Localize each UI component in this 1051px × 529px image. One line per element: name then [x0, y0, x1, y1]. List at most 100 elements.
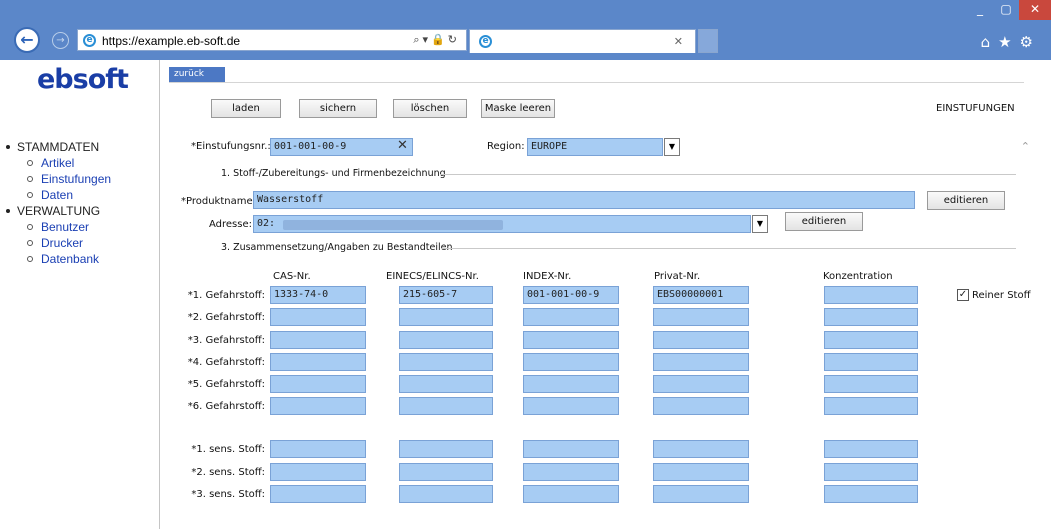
einecs-input[interactable] — [399, 308, 493, 326]
index-input[interactable] — [523, 440, 619, 458]
row-label: *6. Gefahrstoff: — [187, 401, 265, 412]
index-input[interactable] — [523, 331, 619, 349]
section-3-heading: 3. Zusammensetzung/Angaben zu Bestandtei… — [221, 242, 453, 253]
url-text[interactable]: https://example.eb-soft.de — [102, 34, 240, 48]
edit-adresse-button[interactable]: editieren — [785, 212, 863, 231]
privat-input[interactable] — [653, 397, 749, 415]
nav-section-verwaltung: VERWALTUNG — [6, 203, 156, 219]
close-window-button[interactable]: ✕ — [1019, 0, 1051, 20]
einstufung-input[interactable]: 001-001-00-9 — [270, 138, 413, 156]
new-tab-button[interactable] — [698, 29, 718, 53]
cas-input[interactable] — [270, 375, 366, 393]
nav-item-label[interactable]: Daten — [41, 188, 73, 202]
address-bar[interactable]: e https://example.eb-soft.de ⌕▾🔒↻ — [77, 29, 467, 51]
konz-input[interactable] — [824, 353, 918, 371]
nav-item-artikel[interactable]: Artikel — [6, 155, 156, 171]
row-label: *4. Gefahrstoff: — [187, 357, 265, 368]
nav-item-daten[interactable]: Daten — [6, 187, 156, 203]
konz-input[interactable] — [824, 286, 918, 304]
col-header-cas: CAS-Nr. — [273, 271, 311, 282]
back-arrow-icon[interactable]: ← — [14, 27, 40, 53]
konz-input[interactable] — [824, 397, 918, 415]
adresse-label: Adresse: — [209, 219, 252, 230]
konz-input[interactable] — [824, 375, 918, 393]
index-input[interactable] — [523, 375, 619, 393]
privat-input[interactable] — [653, 331, 749, 349]
home-icon[interactable]: ⌂ — [981, 33, 999, 51]
einecs-input[interactable] — [399, 485, 493, 503]
einecs-input[interactable] — [399, 397, 493, 415]
nav-item-label[interactable]: Einstufungen — [41, 172, 111, 186]
load-button[interactable]: laden — [211, 99, 281, 118]
privat-input[interactable] — [653, 375, 749, 393]
privat-input[interactable] — [653, 308, 749, 326]
cas-input[interactable]: 1333-74-0 — [270, 286, 366, 304]
tab-close-icon[interactable]: ✕ — [674, 35, 683, 48]
nav-item-label[interactable]: Datenbank — [41, 252, 99, 266]
scroll-up-icon[interactable]: ⌃ — [1021, 140, 1030, 153]
toolbar-icons[interactable]: ⌂★⚙ — [981, 33, 1041, 51]
einecs-input[interactable]: 215-605-7 — [399, 286, 493, 304]
search-lock-refresh-icons[interactable]: ⌕▾🔒↻ — [413, 33, 460, 47]
chevron-down-icon[interactable]: ▼ — [752, 215, 768, 233]
maximize-button[interactable]: ▢ — [993, 0, 1019, 20]
save-button[interactable]: sichern — [299, 99, 377, 118]
cas-input[interactable] — [270, 485, 366, 503]
section-divider — [441, 248, 1016, 249]
cas-input[interactable] — [270, 440, 366, 458]
nav-item-label[interactable]: Artikel — [41, 156, 74, 170]
minimize-button[interactable]: _ — [967, 0, 993, 20]
index-input[interactable]: 001-001-00-9 — [523, 286, 619, 304]
index-input[interactable] — [523, 485, 619, 503]
nav-item-einstufungen[interactable]: Einstufungen — [6, 171, 156, 187]
reiner-stoff-checkbox[interactable]: ✓ — [957, 289, 969, 301]
privat-input[interactable] — [653, 440, 749, 458]
konz-input[interactable] — [824, 440, 918, 458]
einecs-input[interactable] — [399, 331, 493, 349]
delete-button[interactable]: löschen — [393, 99, 467, 118]
privat-input[interactable] — [653, 485, 749, 503]
cas-input[interactable] — [270, 463, 366, 481]
konz-input[interactable] — [824, 308, 918, 326]
col-header-einecs: EINECS/ELINCS-Nr. — [386, 271, 479, 282]
einecs-input[interactable] — [399, 440, 493, 458]
index-input[interactable] — [523, 463, 619, 481]
privat-input[interactable]: EBS00000001 — [653, 286, 749, 304]
settings-gear-icon[interactable]: ⚙ — [1020, 33, 1041, 51]
nav-item-label[interactable]: Drucker — [41, 236, 83, 250]
forward-arrow-icon[interactable]: → — [52, 32, 69, 49]
nav-item-benutzer[interactable]: Benutzer — [6, 219, 156, 235]
nav-item-label[interactable]: Benutzer — [41, 220, 89, 234]
einecs-input[interactable] — [399, 375, 493, 393]
clear-form-button[interactable]: Maske leeren — [481, 99, 555, 118]
konz-input[interactable] — [824, 463, 918, 481]
index-input[interactable] — [523, 397, 619, 415]
cas-input[interactable] — [270, 397, 366, 415]
cas-input[interactable] — [270, 331, 366, 349]
browser-chrome: _ ▢ ✕ ← → e https://example.eb-soft.de ⌕… — [0, 0, 1051, 60]
row-label: *2. sens. Stoff: — [191, 467, 265, 478]
produktname-input[interactable]: Wasserstoff — [253, 191, 915, 209]
region-label: Region: — [487, 141, 525, 152]
index-input[interactable] — [523, 308, 619, 326]
einecs-input[interactable] — [399, 463, 493, 481]
nav-item-drucker[interactable]: Drucker — [6, 235, 156, 251]
browser-tab[interactable]: e ✕ — [469, 29, 696, 53]
region-select[interactable]: EUROPE — [527, 138, 663, 156]
back-link[interactable]: zurück — [169, 67, 225, 82]
favorites-star-icon[interactable]: ★ — [998, 33, 1019, 51]
konz-input[interactable] — [824, 331, 918, 349]
index-input[interactable] — [523, 353, 619, 371]
cas-input[interactable] — [270, 308, 366, 326]
privat-input[interactable] — [653, 463, 749, 481]
cas-input[interactable] — [270, 353, 366, 371]
konz-input[interactable] — [824, 485, 918, 503]
chevron-down-icon[interactable]: ▼ — [664, 138, 680, 156]
privat-input[interactable] — [653, 353, 749, 371]
einecs-input[interactable] — [399, 353, 493, 371]
divider — [169, 82, 1024, 83]
edit-produkt-button[interactable]: editieren — [927, 191, 1005, 210]
row-label: *3. Gefahrstoff: — [187, 335, 265, 346]
nav-item-datenbank[interactable]: Datenbank — [6, 251, 156, 267]
clear-x-icon[interactable]: ✕ — [397, 138, 408, 153]
